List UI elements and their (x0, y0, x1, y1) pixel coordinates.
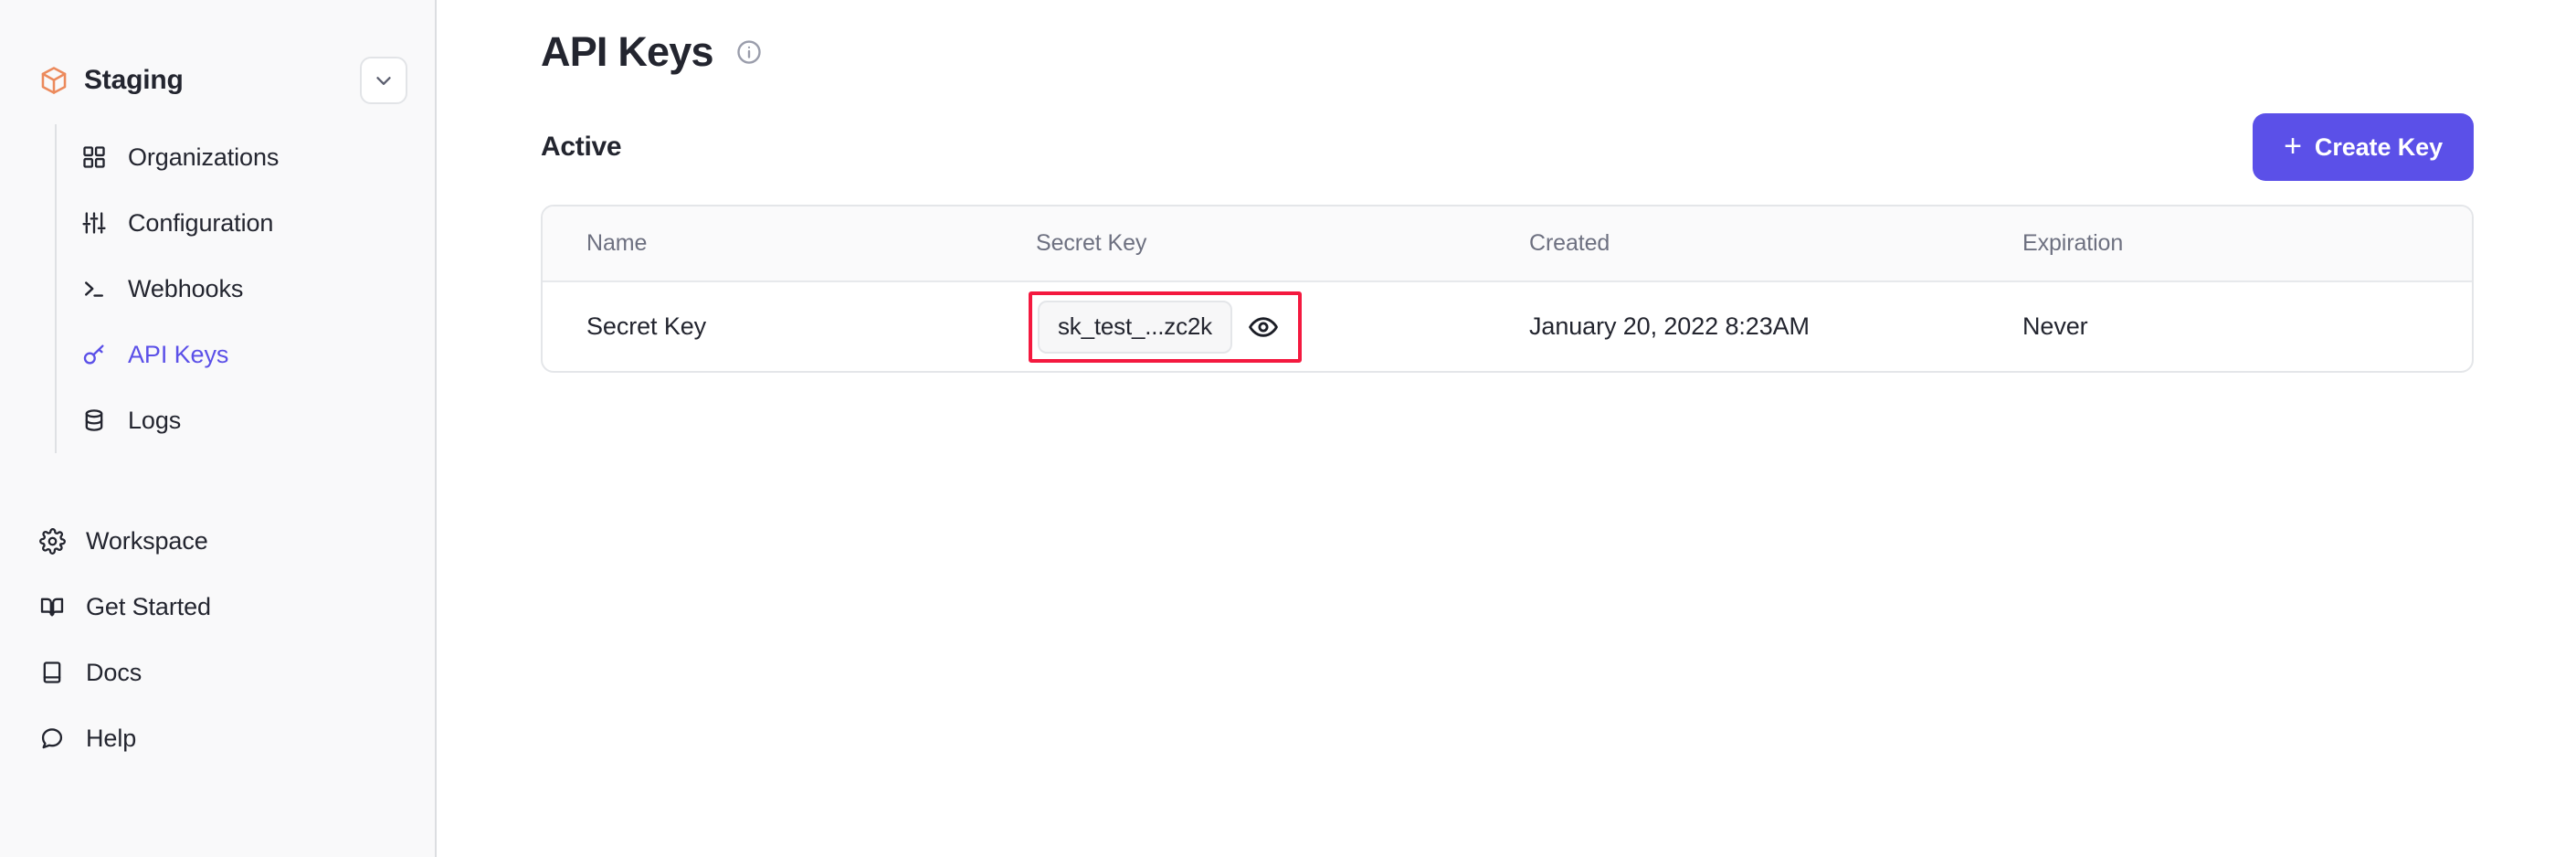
chevron-down-icon (376, 77, 391, 85)
table-row: Secret Key sk_test_...zc2k January 20, 2… (543, 281, 2472, 371)
sidebar-item-workspace[interactable]: Workspace (31, 508, 435, 574)
book-open-icon (38, 593, 66, 620)
column-header-secret-key: Secret Key (1036, 206, 1529, 282)
database-icon (80, 407, 108, 434)
workspace-switcher[interactable]: Staging (0, 51, 435, 110)
plus-icon: + (2284, 129, 2302, 164)
key-icon (80, 341, 108, 368)
section-title: Active (541, 132, 622, 162)
page-title: API Keys (541, 28, 714, 75)
table-body: Secret Key sk_test_...zc2k January 20, 2… (543, 281, 2472, 371)
create-key-button[interactable]: + Create Key (2253, 113, 2474, 181)
sidebar-item-logs[interactable]: Logs (57, 387, 435, 453)
secret-key-highlight: sk_test_...zc2k (1029, 291, 1302, 363)
table-header: Name Secret Key Created Expiration (543, 206, 2472, 282)
project-nav: Organizations Configuration Webhooks API… (55, 124, 435, 453)
main-content: API Keys Active + Create Key Name Secret… (437, 0, 2576, 857)
create-key-button-label: Create Key (2314, 132, 2443, 161)
sidebar-item-docs[interactable]: Docs (31, 640, 435, 705)
sidebar-item-label: Webhooks (128, 274, 244, 302)
eye-icon[interactable] (1238, 302, 1289, 353)
sliders-icon (80, 209, 108, 237)
sidebar-item-label: Organizations (128, 143, 280, 171)
api-keys-page: Staging Organizations Configuration Webh… (0, 0, 2576, 857)
workspace-dropdown-button[interactable] (360, 57, 407, 104)
cell-expiration: Never (2022, 312, 2088, 340)
sidebar-item-label: API Keys (128, 340, 229, 368)
sidebar-item-label: Workspace (86, 526, 208, 555)
terminal-icon (80, 275, 108, 302)
section-header: Active + Create Key (437, 113, 2576, 181)
column-header-expiration: Expiration (2022, 206, 2472, 282)
sidebar-item-webhooks[interactable]: Webhooks (57, 256, 435, 322)
secret-key-chip[interactable]: sk_test_...zc2k (1038, 300, 1232, 354)
gear-icon (38, 527, 66, 555)
sidebar-item-label: Docs (86, 658, 143, 686)
sidebar-item-help[interactable]: Help (31, 705, 435, 771)
page-header: API Keys (437, 0, 2576, 84)
sidebar: Staging Organizations Configuration Webh… (0, 0, 437, 857)
chat-bubble-icon (38, 725, 66, 752)
sidebar-item-label: Get Started (86, 592, 211, 620)
sidebar-item-label: Help (86, 724, 137, 752)
sidebar-item-label: Configuration (128, 208, 274, 237)
sidebar-item-organizations[interactable]: Organizations (57, 124, 435, 190)
cell-created: January 20, 2022 8:23AM (1529, 312, 1810, 340)
book-icon (38, 659, 66, 686)
cell-secret-key: sk_test_...zc2k (1029, 281, 1529, 371)
sidebar-item-get-started[interactable]: Get Started (31, 574, 435, 640)
cell-name: Secret Key (586, 312, 707, 340)
column-header-created: Created (1529, 206, 2022, 282)
table-header-row: Name Secret Key Created Expiration (543, 206, 2472, 282)
sidebar-item-api-keys[interactable]: API Keys (57, 322, 435, 387)
info-circle-icon[interactable] (735, 38, 763, 66)
api-keys-table: Name Secret Key Created Expiration Secre… (541, 205, 2474, 373)
sidebar-item-configuration[interactable]: Configuration (57, 190, 435, 256)
grid-icon (80, 143, 108, 171)
column-header-name: Name (543, 206, 1036, 282)
global-nav: Workspace Get Started Docs Help (31, 508, 435, 771)
sidebar-item-label: Logs (128, 406, 182, 434)
cube-icon (41, 67, 67, 94)
workspace-name: Staging (84, 65, 184, 95)
